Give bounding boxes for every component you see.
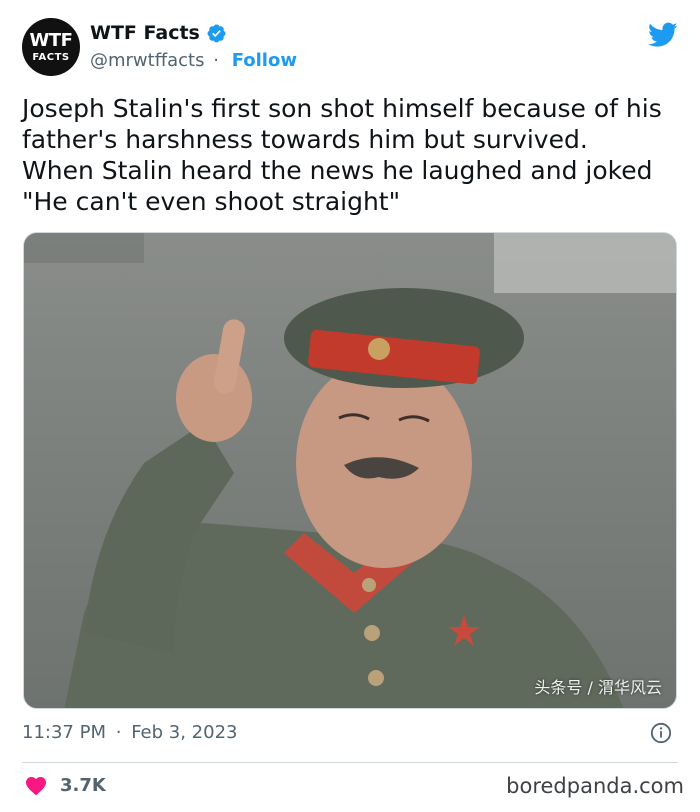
tweet-time: 11:37 PM (22, 722, 106, 743)
info-icon[interactable] (650, 722, 672, 744)
avatar-text-top: WTF (29, 29, 73, 51)
like-button[interactable]: 3.7K (24, 774, 106, 796)
tweet-header: WTF FACTS WTF Facts @mrwtffacts · Follow (22, 18, 682, 82)
tweet-text: Joseph Stalin's first son shot himself b… (22, 94, 662, 216)
handle[interactable]: @mrwtffacts (90, 50, 204, 71)
timestamp-separator: · (115, 722, 122, 743)
tweet-photo[interactable]: 头条号 / 渭华风云 (23, 232, 677, 709)
avatar[interactable]: WTF FACTS (22, 18, 80, 76)
likes-count: 3.7K (60, 774, 106, 796)
verified-badge-icon (207, 24, 226, 42)
avatar-text-bottom: FACTS (32, 51, 70, 63)
follow-button[interactable]: Follow (232, 50, 297, 71)
tweet-date: Feb 3, 2023 (131, 722, 238, 743)
source-watermark: boredpanda.com (506, 774, 684, 798)
stalin-photo-illustration (24, 233, 676, 708)
image-watermark: 头条号 / 渭华风云 (534, 678, 662, 697)
name-line: WTF Facts (90, 22, 227, 44)
tweet-timestamp[interactable]: 11:37 PM · Feb 3, 2023 (22, 722, 237, 743)
handle-line: @mrwtffacts · Follow (90, 50, 297, 71)
heart-icon (26, 777, 46, 796)
divider (22, 762, 678, 763)
twitter-bird-icon[interactable] (648, 22, 678, 48)
handle-separator: · (213, 50, 219, 71)
display-name[interactable]: WTF Facts (90, 22, 200, 44)
